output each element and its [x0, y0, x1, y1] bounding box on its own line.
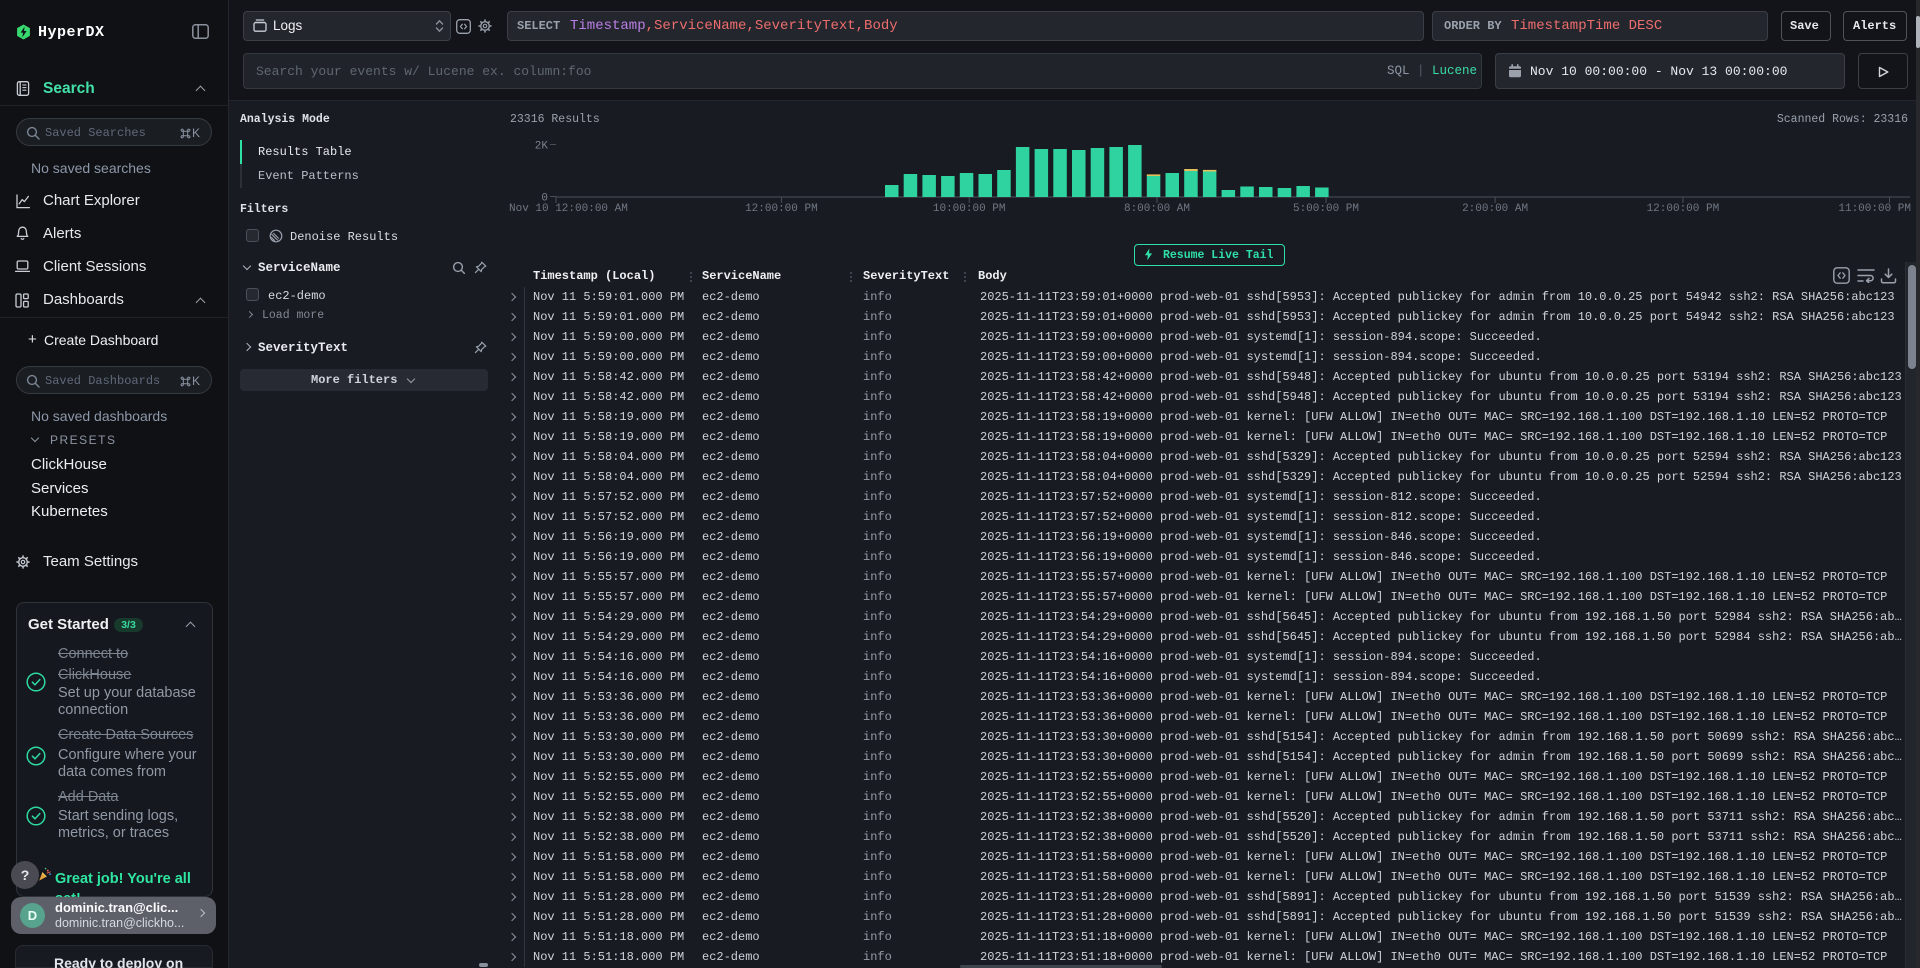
- svg-text:12:00:00 PM: 12:00:00 PM: [1647, 203, 1720, 215]
- svg-text:2K: 2K: [535, 141, 549, 153]
- svg-text:11:00:00 PM: 11:00:00 PM: [1838, 203, 1911, 215]
- svg-text:12:00:00 PM: 12:00:00 PM: [745, 203, 818, 215]
- svg-text:10:00:00 PM: 10:00:00 PM: [933, 203, 1006, 215]
- svg-text:Nov 10 12:00:00 AM: Nov 10 12:00:00 AM: [509, 203, 628, 215]
- svg-text:5:00:00 PM: 5:00:00 PM: [1293, 203, 1359, 215]
- svg-text:2:00:00 AM: 2:00:00 AM: [1462, 203, 1528, 215]
- svg-text:8:00:00 AM: 8:00:00 AM: [1124, 203, 1190, 215]
